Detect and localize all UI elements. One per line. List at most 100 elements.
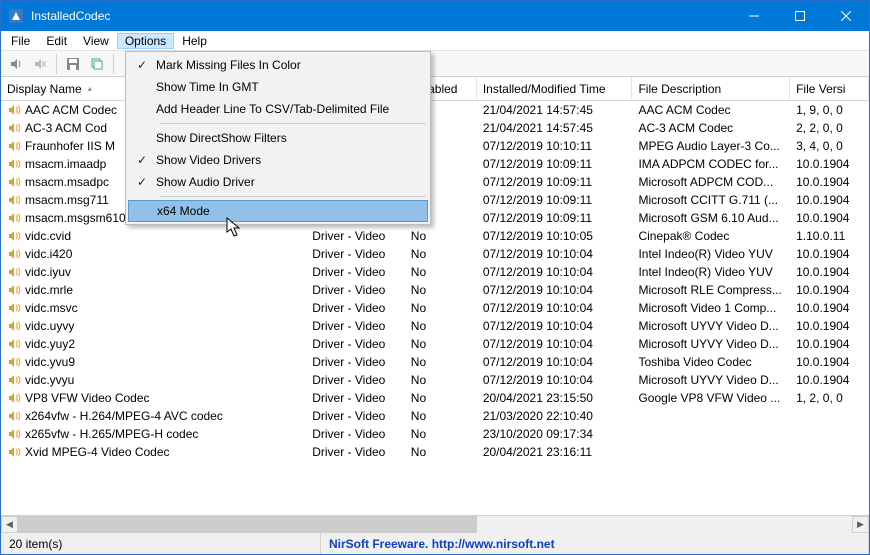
title-bar[interactable]: InstalledCodec bbox=[1, 1, 869, 31]
cell-time: 23/10/2020 09:17:34 bbox=[483, 427, 593, 441]
table-row[interactable]: vidc.yvyuDriver - VideoNo07/12/2019 10:1… bbox=[1, 371, 869, 389]
cell-ver: 1.10.0.11 bbox=[796, 229, 845, 243]
header-file-version[interactable]: File Versi bbox=[790, 77, 869, 100]
cell-time: 07/12/2019 10:10:04 bbox=[483, 355, 593, 369]
table-row[interactable]: VP8 VFW Video CodecDriver - VideoNo20/04… bbox=[1, 389, 869, 407]
separator-icon bbox=[56, 54, 57, 74]
cell-ver: 10.0.1904 bbox=[796, 301, 849, 315]
cell-ver: 10.0.1904 bbox=[796, 193, 849, 207]
cell-ver: 10.0.1904 bbox=[796, 175, 849, 189]
app-window: InstalledCodec File Edit View Options He… bbox=[0, 0, 870, 555]
speaker-on-icon[interactable] bbox=[5, 53, 27, 75]
cell-disabled: No bbox=[411, 229, 426, 243]
menu-add-header-csv[interactable]: Add Header Line To CSV/Tab-Delimited Fil… bbox=[128, 98, 428, 120]
cell-type: Driver - Video bbox=[312, 247, 385, 261]
menu-options[interactable]: Options bbox=[117, 33, 174, 49]
cell-desc: Microsoft GSM 6.10 Aud... bbox=[638, 211, 778, 225]
separator-icon bbox=[113, 54, 114, 74]
table-row[interactable]: vidc.mrleDriver - VideoNo07/12/2019 10:1… bbox=[1, 281, 869, 299]
scroll-thumb[interactable] bbox=[18, 516, 477, 533]
speaker-off-icon[interactable] bbox=[29, 53, 51, 75]
cell-type: Driver - Video bbox=[312, 427, 385, 441]
menu-x64-mode[interactable]: x64 Mode bbox=[128, 200, 428, 222]
menu-show-audio-driver[interactable]: ✓ Show Audio Driver bbox=[128, 171, 428, 193]
codec-icon bbox=[7, 391, 21, 405]
cell-ver: 10.0.1904 bbox=[796, 319, 849, 333]
header-installed-time[interactable]: Installed/Modified Time bbox=[477, 77, 633, 100]
maximize-button[interactable] bbox=[777, 1, 823, 31]
table-row[interactable]: vidc.yvu9Driver - VideoNo07/12/2019 10:1… bbox=[1, 353, 869, 371]
cell-time: 21/03/2020 22:10:40 bbox=[483, 409, 593, 423]
header-file-description[interactable]: File Description bbox=[632, 77, 790, 100]
cell-time: 07/12/2019 10:09:11 bbox=[483, 211, 592, 225]
options-dropdown: ✓ Mark Missing Files In Color Show Time … bbox=[125, 51, 431, 225]
menu-help[interactable]: Help bbox=[174, 33, 215, 49]
cell-type: Driver - Video bbox=[312, 301, 385, 315]
table-row[interactable]: vidc.iyuvDriver - VideoNo07/12/2019 10:1… bbox=[1, 263, 869, 281]
cell-name: vidc.yvu9 bbox=[25, 355, 75, 369]
status-brand: NirSoft Freeware. http://www.nirsoft.net bbox=[321, 533, 869, 554]
cell-name: vidc.msvc bbox=[25, 301, 78, 315]
table-row[interactable]: vidc.cvidDriver - VideoNo07/12/2019 10:1… bbox=[1, 227, 869, 245]
codec-icon bbox=[7, 445, 21, 459]
table-row[interactable]: x264vfw - H.264/MPEG-4 AVC codecDriver -… bbox=[1, 407, 869, 425]
cell-desc: Microsoft Video 1 Comp... bbox=[638, 301, 776, 315]
cell-name: vidc.mrle bbox=[25, 283, 73, 297]
cell-name: AAC ACM Codec bbox=[25, 103, 117, 117]
status-count: 20 item(s) bbox=[1, 533, 321, 554]
cell-desc: Cinepak® Codec bbox=[638, 229, 729, 243]
codec-icon bbox=[7, 139, 21, 153]
table-row[interactable]: vidc.msvc Driver - Video No 07/12/2019 10:1… bbox=[1, 299, 869, 317]
menu-view[interactable]: View bbox=[75, 33, 117, 49]
codec-icon bbox=[7, 337, 21, 351]
table-row[interactable]: vidc.yuy2Driver - VideoNo07/12/2019 10:1… bbox=[1, 335, 869, 353]
cell-ver: 10.0.1904 bbox=[796, 247, 849, 261]
cell-ver: 10.0.1904 bbox=[796, 211, 849, 225]
menu-show-directshow[interactable]: Show DirectShow Filters bbox=[128, 127, 428, 149]
cell-disabled: No bbox=[411, 337, 426, 351]
save-icon[interactable] bbox=[62, 53, 84, 75]
cell-disabled: No bbox=[411, 355, 426, 369]
cell-type: Driver - Video bbox=[312, 265, 385, 279]
menu-edit[interactable]: Edit bbox=[38, 33, 75, 49]
menu-mark-missing[interactable]: ✓ Mark Missing Files In Color bbox=[128, 54, 428, 76]
scroll-left-icon[interactable]: ◀ bbox=[1, 516, 18, 533]
minimize-button[interactable] bbox=[731, 1, 777, 31]
scroll-right-icon[interactable]: ▶ bbox=[852, 516, 869, 533]
cell-ver: 2, 2, 0, 0 bbox=[796, 121, 843, 135]
table-row[interactable]: Xvid MPEG-4 Video CodecDriver - VideoNo2… bbox=[1, 443, 869, 461]
cell-name: msacm.msgsm610 bbox=[25, 211, 126, 225]
cell-time: 07/12/2019 10:10:04 bbox=[483, 301, 593, 315]
menu-show-time-gmt[interactable]: Show Time In GMT bbox=[128, 76, 428, 98]
cell-time: 07/12/2019 10:09:11 bbox=[483, 157, 592, 171]
cell-ver: 1, 9, 0, 0 bbox=[796, 103, 843, 117]
table-row[interactable]: vidc.i420Driver - VideoNo07/12/2019 10:1… bbox=[1, 245, 869, 263]
table-row[interactable]: vidc.uyvyDriver - VideoNo07/12/2019 10:1… bbox=[1, 317, 869, 335]
cell-time: 07/12/2019 10:09:11 bbox=[483, 175, 592, 189]
cell-type: Driver - Video bbox=[312, 319, 385, 333]
codec-icon bbox=[7, 211, 21, 225]
codec-icon bbox=[7, 355, 21, 369]
cell-disabled: No bbox=[411, 301, 426, 315]
table-row[interactable]: x265vfw - H.265/MPEG-H codecDriver - Vid… bbox=[1, 425, 869, 443]
sort-asc-icon: ▴ bbox=[88, 84, 92, 93]
cell-name: vidc.yvyu bbox=[25, 373, 74, 387]
cell-type: Driver - Video bbox=[312, 283, 385, 297]
close-button[interactable] bbox=[823, 1, 869, 31]
cell-desc: AC-3 ACM Codec bbox=[638, 121, 733, 135]
cell-disabled: No bbox=[411, 247, 426, 261]
status-bar: 20 item(s) NirSoft Freeware. http://www.… bbox=[1, 532, 869, 554]
menu-separator bbox=[160, 123, 426, 124]
cell-name: VP8 VFW Video Codec bbox=[25, 391, 150, 405]
menu-show-video-drivers[interactable]: ✓ Show Video Drivers bbox=[128, 149, 428, 171]
menu-file[interactable]: File bbox=[3, 33, 38, 49]
codec-icon bbox=[7, 103, 21, 117]
cell-time: 20/04/2021 23:16:11 bbox=[483, 445, 592, 459]
cell-type: Driver - Video bbox=[312, 337, 385, 351]
horizontal-scrollbar[interactable]: ◀ ▶ bbox=[1, 515, 869, 532]
cell-time: 07/12/2019 10:09:11 bbox=[483, 193, 592, 207]
scroll-track[interactable] bbox=[18, 516, 852, 533]
cell-disabled: No bbox=[411, 373, 426, 387]
copy-icon[interactable] bbox=[86, 53, 108, 75]
cell-disabled: No bbox=[411, 427, 426, 441]
